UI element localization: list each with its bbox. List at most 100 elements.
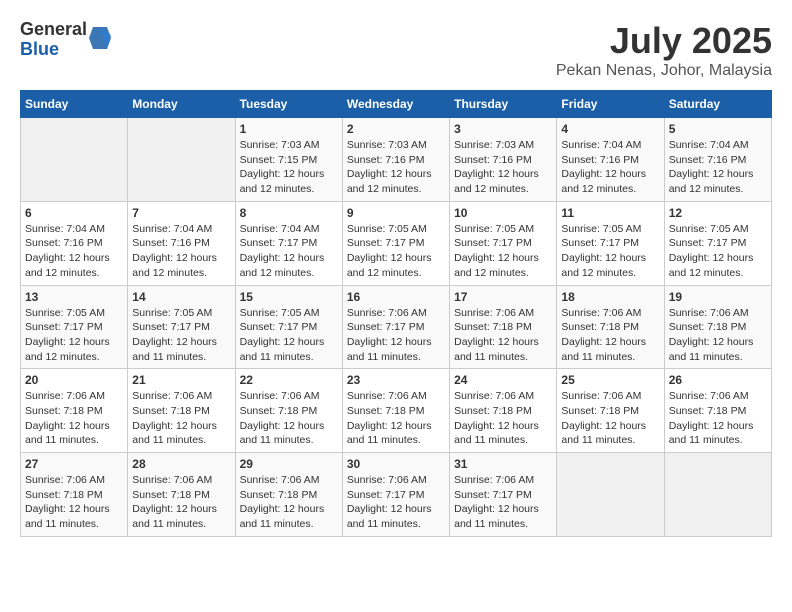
calendar-cell: 9 Sunrise: 7:05 AM Sunset: 7:17 PM Daylig… bbox=[342, 201, 449, 285]
day-number: 18 bbox=[561, 290, 659, 304]
day-info: Sunrise: 7:05 AM Sunset: 7:17 PM Dayligh… bbox=[347, 222, 445, 281]
calendar-cell bbox=[664, 453, 771, 537]
calendar-cell: 24 Sunrise: 7:06 AM Sunset: 7:18 PM Dayli… bbox=[450, 369, 557, 453]
logo: General Blue bbox=[20, 20, 111, 60]
calendar-cell: 19 Sunrise: 7:06 AM Sunset: 7:18 PM Dayli… bbox=[664, 285, 771, 369]
calendar-cell: 20 Sunrise: 7:06 AM Sunset: 7:18 PM Dayli… bbox=[21, 369, 128, 453]
day-number: 2 bbox=[347, 122, 445, 136]
day-info: Sunrise: 7:05 AM Sunset: 7:17 PM Dayligh… bbox=[669, 222, 767, 281]
day-info: Sunrise: 7:05 AM Sunset: 7:17 PM Dayligh… bbox=[561, 222, 659, 281]
day-info: Sunrise: 7:05 AM Sunset: 7:17 PM Dayligh… bbox=[132, 306, 230, 365]
calendar-cell: 18Sunrise: 7:06 AM Sunset: 7:18 PM Dayli… bbox=[557, 285, 664, 369]
day-number: 30 bbox=[347, 457, 445, 471]
title-block: July 2025 Pekan Nenas, Johor, Malaysia bbox=[556, 20, 772, 80]
calendar-cell: 10Sunrise: 7:05 AM Sunset: 7:17 PM Dayli… bbox=[450, 201, 557, 285]
day-number: 19 bbox=[669, 290, 767, 304]
calendar-cell: 28Sunrise: 7:06 AM Sunset: 7:18 PM Dayli… bbox=[128, 453, 235, 537]
day-info: Sunrise: 7:06 AM Sunset: 7:17 PM Dayligh… bbox=[454, 473, 552, 532]
calendar-cell: 5Sunrise: 7:04 AM Sunset: 7:16 PM Daylig… bbox=[664, 118, 771, 202]
calendar-cell: 30 Sunrise: 7:06 AM Sunset: 7:17 PM Dayli… bbox=[342, 453, 449, 537]
calendar-week-3: 13 Sunrise: 7:05 AM Sunset: 7:17 PM Dayli… bbox=[21, 285, 772, 369]
calendar-cell bbox=[128, 118, 235, 202]
day-info: Sunrise: 7:06 AM Sunset: 7:18 PM Dayligh… bbox=[454, 389, 552, 448]
day-info: Sunrise: 7:06 AM Sunset: 7:18 PM Dayligh… bbox=[25, 473, 123, 532]
calendar-cell: 22 Sunrise: 7:06 AM Sunset: 7:18 PM Dayli… bbox=[235, 369, 342, 453]
day-info: Sunrise: 7:06 AM Sunset: 7:18 PM Dayligh… bbox=[347, 389, 445, 448]
calendar-week-4: 20 Sunrise: 7:06 AM Sunset: 7:18 PM Dayli… bbox=[21, 369, 772, 453]
day-number: 16 bbox=[347, 290, 445, 304]
calendar-cell: 21Sunrise: 7:06 AM Sunset: 7:18 PM Dayli… bbox=[128, 369, 235, 453]
day-number: 29 bbox=[240, 457, 338, 471]
day-info: Sunrise: 7:06 AM Sunset: 7:18 PM Dayligh… bbox=[669, 389, 767, 448]
day-info: Sunrise: 7:06 AM Sunset: 7:18 PM Dayligh… bbox=[454, 306, 552, 365]
logo-general: General bbox=[20, 20, 87, 40]
day-info: Sunrise: 7:06 AM Sunset: 7:17 PM Dayligh… bbox=[347, 473, 445, 532]
day-info: Sunrise: 7:03 AM Sunset: 7:15 PM Dayligh… bbox=[240, 138, 338, 197]
col-header-saturday: Saturday bbox=[664, 91, 771, 118]
day-number: 15 bbox=[240, 290, 338, 304]
calendar-cell: 12 Sunrise: 7:05 AM Sunset: 7:17 PM Dayli… bbox=[664, 201, 771, 285]
calendar-cell: 1Sunrise: 7:03 AM Sunset: 7:15 PM Daylig… bbox=[235, 118, 342, 202]
day-info: Sunrise: 7:04 AM Sunset: 7:17 PM Dayligh… bbox=[240, 222, 338, 281]
calendar-cell bbox=[21, 118, 128, 202]
day-info: Sunrise: 7:04 AM Sunset: 7:16 PM Dayligh… bbox=[561, 138, 659, 197]
logo-blue: Blue bbox=[20, 40, 87, 60]
calendar-table: SundayMondayTuesdayWednesdayThursdayFrid… bbox=[20, 90, 772, 537]
day-number: 11 bbox=[561, 206, 659, 220]
calendar-week-2: 6Sunrise: 7:04 AM Sunset: 7:16 PM Daylig… bbox=[21, 201, 772, 285]
calendar-cell bbox=[557, 453, 664, 537]
day-info: Sunrise: 7:06 AM Sunset: 7:18 PM Dayligh… bbox=[561, 389, 659, 448]
col-header-friday: Friday bbox=[557, 91, 664, 118]
calendar-cell: 7Sunrise: 7:04 AM Sunset: 7:16 PM Daylig… bbox=[128, 201, 235, 285]
day-number: 24 bbox=[454, 373, 552, 387]
calendar-week-1: 1Sunrise: 7:03 AM Sunset: 7:15 PM Daylig… bbox=[21, 118, 772, 202]
day-info: Sunrise: 7:06 AM Sunset: 7:18 PM Dayligh… bbox=[240, 473, 338, 532]
day-number: 14 bbox=[132, 290, 230, 304]
calendar-cell: 2 Sunrise: 7:03 AM Sunset: 7:16 PM Daylig… bbox=[342, 118, 449, 202]
month-title: July 2025 bbox=[556, 20, 772, 62]
calendar-cell: 6Sunrise: 7:04 AM Sunset: 7:16 PM Daylig… bbox=[21, 201, 128, 285]
day-number: 22 bbox=[240, 373, 338, 387]
col-header-monday: Monday bbox=[128, 91, 235, 118]
day-info: Sunrise: 7:05 AM Sunset: 7:17 PM Dayligh… bbox=[454, 222, 552, 281]
day-number: 27 bbox=[25, 457, 123, 471]
day-number: 9 bbox=[347, 206, 445, 220]
calendar-week-5: 27 Sunrise: 7:06 AM Sunset: 7:18 PM Dayli… bbox=[21, 453, 772, 537]
day-number: 6 bbox=[25, 206, 123, 220]
day-info: Sunrise: 7:06 AM Sunset: 7:17 PM Dayligh… bbox=[347, 306, 445, 365]
calendar-cell: 16 Sunrise: 7:06 AM Sunset: 7:17 PM Dayli… bbox=[342, 285, 449, 369]
day-number: 17 bbox=[454, 290, 552, 304]
calendar-cell: 25 Sunrise: 7:06 AM Sunset: 7:18 PM Dayli… bbox=[557, 369, 664, 453]
day-number: 13 bbox=[25, 290, 123, 304]
day-number: 8 bbox=[240, 206, 338, 220]
day-info: Sunrise: 7:06 AM Sunset: 7:18 PM Dayligh… bbox=[240, 389, 338, 448]
day-number: 3 bbox=[454, 122, 552, 136]
day-number: 26 bbox=[669, 373, 767, 387]
day-number: 21 bbox=[132, 373, 230, 387]
calendar-header: SundayMondayTuesdayWednesdayThursdayFrid… bbox=[21, 91, 772, 118]
col-header-tuesday: Tuesday bbox=[235, 91, 342, 118]
calendar-cell: 14 Sunrise: 7:05 AM Sunset: 7:17 PM Dayli… bbox=[128, 285, 235, 369]
day-info: Sunrise: 7:05 AM Sunset: 7:17 PM Dayligh… bbox=[25, 306, 123, 365]
day-number: 31 bbox=[454, 457, 552, 471]
calendar-cell: 26 Sunrise: 7:06 AM Sunset: 7:18 PM Dayli… bbox=[664, 369, 771, 453]
day-number: 4 bbox=[561, 122, 659, 136]
calendar-cell: 27 Sunrise: 7:06 AM Sunset: 7:18 PM Dayli… bbox=[21, 453, 128, 537]
day-info: Sunrise: 7:03 AM Sunset: 7:16 PM Dayligh… bbox=[347, 138, 445, 197]
calendar-cell: 23Sunrise: 7:06 AM Sunset: 7:18 PM Dayli… bbox=[342, 369, 449, 453]
day-number: 25 bbox=[561, 373, 659, 387]
day-number: 12 bbox=[669, 206, 767, 220]
calendar-cell: 11 Sunrise: 7:05 AM Sunset: 7:17 PM Dayli… bbox=[557, 201, 664, 285]
col-header-wednesday: Wednesday bbox=[342, 91, 449, 118]
calendar-cell: 3Sunrise: 7:03 AM Sunset: 7:16 PM Daylig… bbox=[450, 118, 557, 202]
col-header-sunday: Sunday bbox=[21, 91, 128, 118]
col-header-thursday: Thursday bbox=[450, 91, 557, 118]
calendar-cell: 13 Sunrise: 7:05 AM Sunset: 7:17 PM Dayli… bbox=[21, 285, 128, 369]
day-info: Sunrise: 7:06 AM Sunset: 7:18 PM Dayligh… bbox=[25, 389, 123, 448]
day-number: 20 bbox=[25, 373, 123, 387]
day-info: Sunrise: 7:06 AM Sunset: 7:18 PM Dayligh… bbox=[669, 306, 767, 365]
day-info: Sunrise: 7:04 AM Sunset: 7:16 PM Dayligh… bbox=[669, 138, 767, 197]
day-number: 28 bbox=[132, 457, 230, 471]
calendar-cell: 15Sunrise: 7:05 AM Sunset: 7:17 PM Dayli… bbox=[235, 285, 342, 369]
logo-icon bbox=[89, 25, 111, 51]
